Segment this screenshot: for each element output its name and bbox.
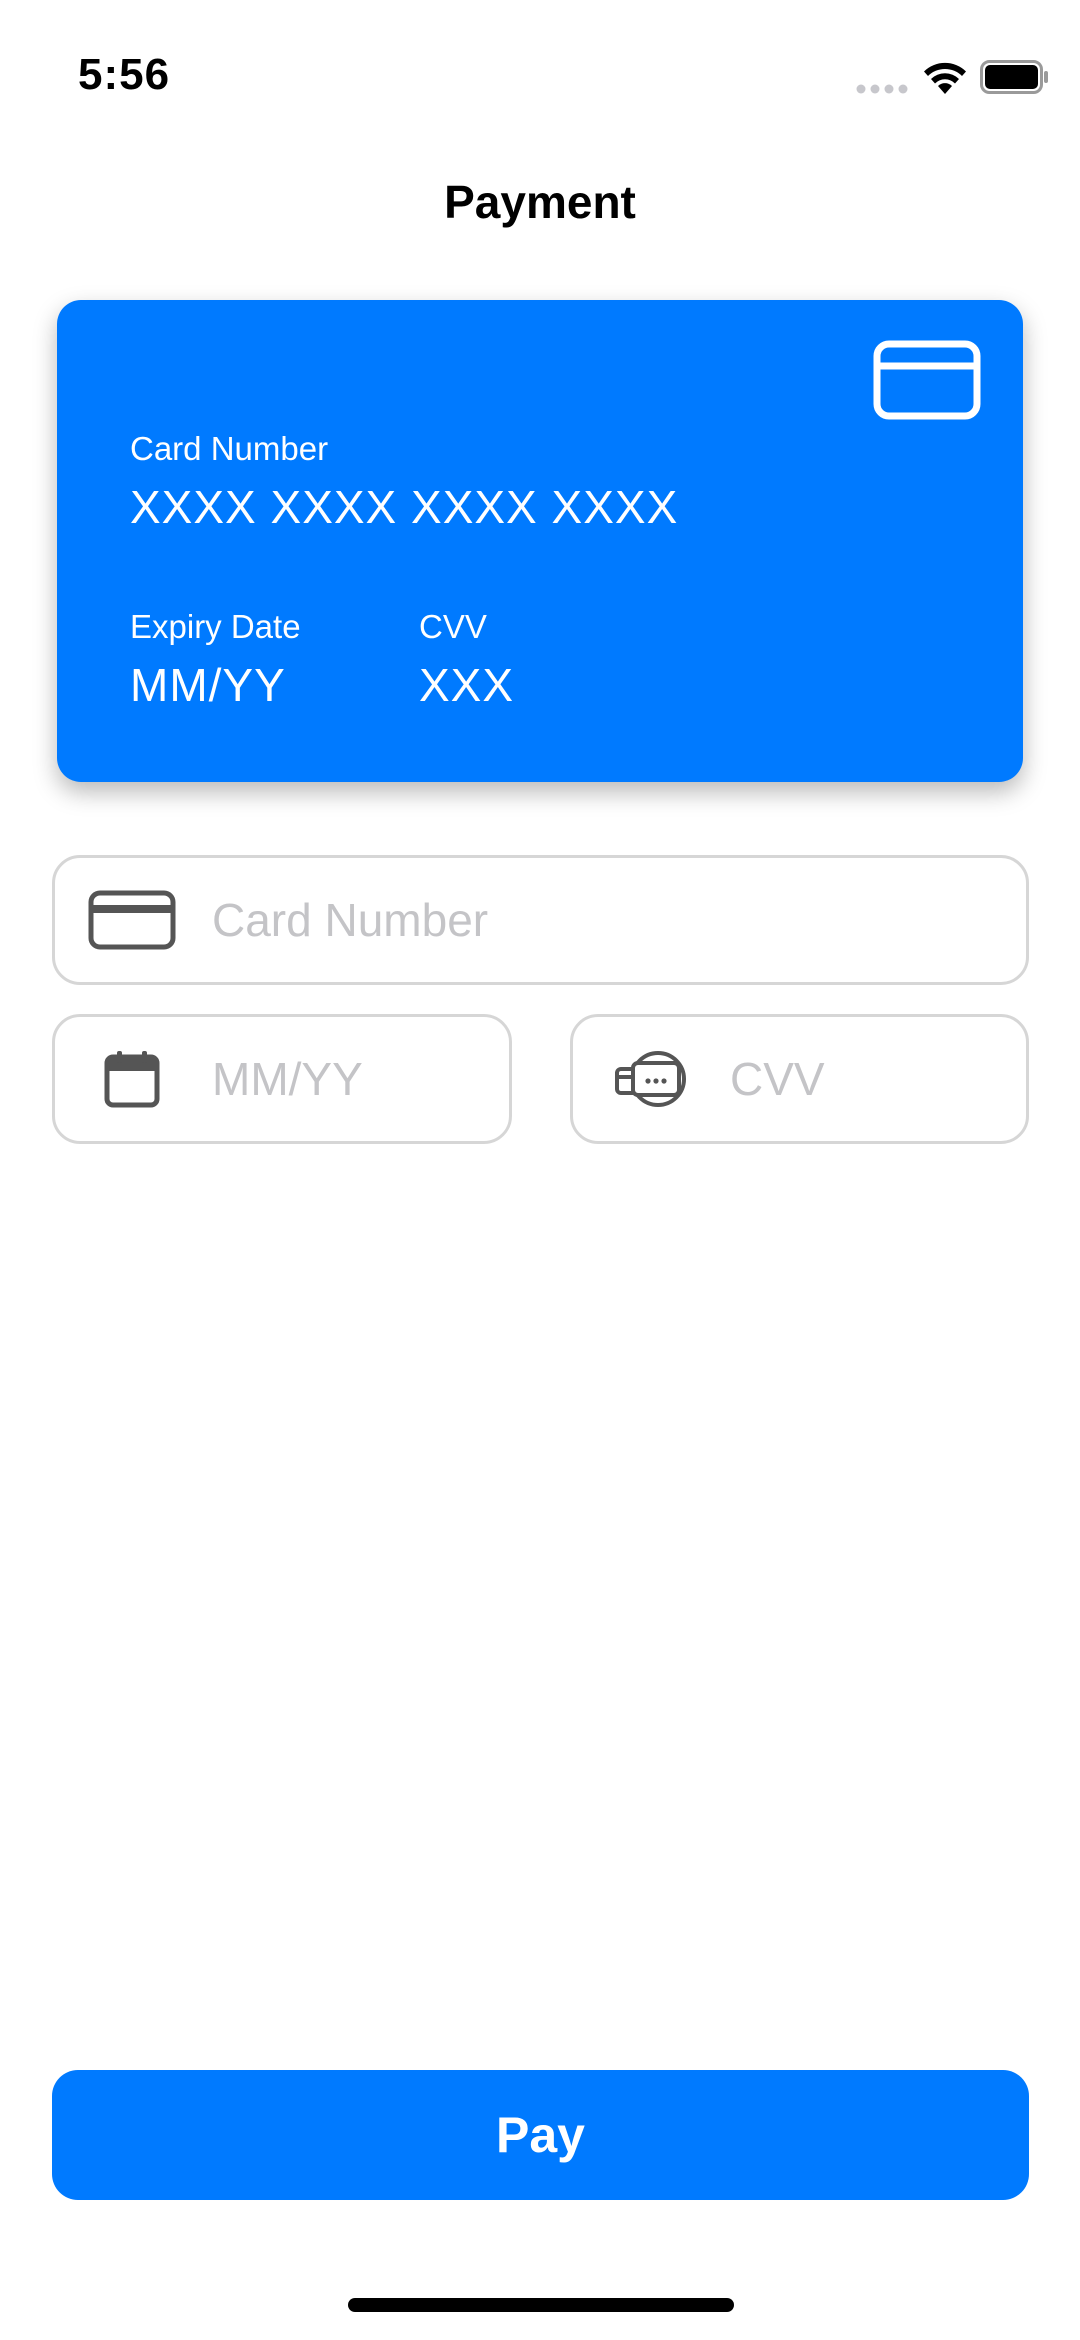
cvv-input[interactable] bbox=[730, 1017, 1006, 1141]
card-preview: Card Number XXXX XXXX XXXX XXXX Expiry D… bbox=[57, 300, 1023, 782]
credit-card-icon bbox=[88, 890, 176, 950]
expiry-input[interactable] bbox=[212, 1017, 489, 1141]
card-number-input[interactable] bbox=[212, 858, 1006, 982]
cvv-value: XXX bbox=[419, 659, 515, 711]
pay-button[interactable]: Pay bbox=[52, 2070, 1029, 2200]
card-number-value: XXXX XXXX XXXX XXXX bbox=[130, 481, 679, 533]
page-title: Payment bbox=[444, 176, 636, 228]
wifi-icon bbox=[924, 62, 966, 94]
status-bar: 5:56 bbox=[0, 0, 1080, 150]
cellular-signal-icon bbox=[856, 84, 908, 94]
battery-icon bbox=[980, 60, 1048, 94]
expiry-field[interactable] bbox=[52, 1014, 512, 1144]
credit-card-icon bbox=[873, 340, 981, 420]
calendar-icon bbox=[104, 1051, 160, 1108]
expiry-date-label: Expiry Date bbox=[130, 608, 301, 645]
card-number-label: Card Number bbox=[130, 430, 329, 467]
card-number-field[interactable] bbox=[52, 855, 1029, 985]
status-time: 5:56 bbox=[78, 50, 171, 99]
card-security-code-icon bbox=[615, 1051, 686, 1107]
home-indicator[interactable] bbox=[348, 2298, 734, 2312]
cvv-label: CVV bbox=[419, 608, 487, 645]
expiry-date-value: MM/YY bbox=[130, 659, 286, 711]
cvv-field[interactable] bbox=[570, 1014, 1029, 1144]
